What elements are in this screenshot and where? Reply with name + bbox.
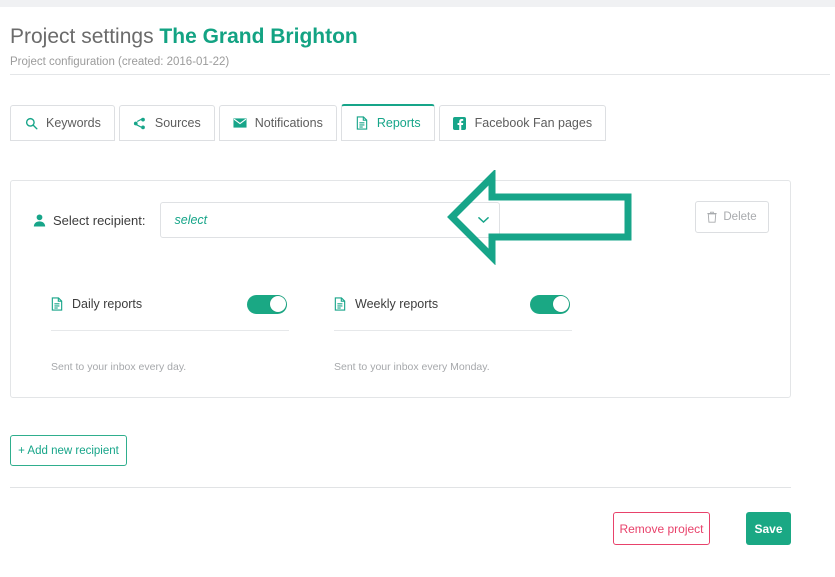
tab-label: Notifications (254, 116, 323, 130)
recipient-row: Select recipient: select (11, 201, 790, 239)
trash-icon (707, 211, 718, 223)
daily-reports-title: Daily reports (51, 297, 247, 311)
daily-reports-group: Daily reports Sent to your inbox every d… (51, 291, 289, 373)
weekly-reports-toggle[interactable] (530, 294, 570, 314)
weekly-reports-row: Weekly reports (334, 291, 572, 317)
project-name: The Grand Brighton (159, 25, 358, 48)
delete-label: Delete (723, 211, 757, 223)
document-icon (51, 297, 63, 311)
tab-label: Reports (376, 116, 421, 130)
search-icon (24, 116, 38, 130)
envelope-icon (233, 116, 247, 130)
page-header: Project settings The Grand Brighton Proj… (0, 7, 835, 69)
select-recipient-field[interactable]: select (159, 202, 500, 238)
weekly-reports-group: Weekly reports Sent to your inbox every … (334, 291, 572, 373)
document-icon (334, 297, 346, 311)
toggle-knob (552, 296, 569, 312)
page-title-prefix: Project settings (10, 25, 154, 48)
header-divider (10, 74, 830, 75)
toggle-label: Daily reports (72, 297, 143, 311)
remove-project-button[interactable]: Remove project (613, 512, 710, 545)
divider (334, 330, 572, 331)
user-icon (33, 213, 46, 227)
share-icon (133, 116, 147, 130)
toggle-knob (269, 296, 286, 312)
toggle-label: Weekly reports (355, 297, 439, 311)
tab-label: Sources (154, 116, 201, 130)
bottom-divider (10, 487, 791, 488)
select-recipient-label: Select recipient: (33, 213, 146, 228)
report-toggles: Daily reports Sent to your inbox every d… (11, 291, 790, 373)
document-icon (355, 116, 369, 130)
tab-label: Keywords (46, 116, 101, 130)
chevron-down-icon (477, 216, 489, 224)
tab-bar: Keywords Sources Notifications Reports F… (10, 104, 610, 141)
daily-reports-note: Sent to your inbox every day. (51, 361, 187, 373)
page-subtitle: Project configuration (created: 2016-01-… (10, 56, 230, 68)
facebook-icon (453, 116, 467, 130)
delete-recipient-button[interactable]: Delete (695, 201, 769, 233)
divider (51, 330, 289, 331)
tab-notifications[interactable]: Notifications (218, 105, 337, 141)
tab-sources[interactable]: Sources (118, 105, 215, 141)
add-new-recipient-button[interactable]: + Add new recipient (10, 435, 127, 466)
select-recipient-value: select (174, 213, 208, 227)
daily-reports-row: Daily reports (51, 291, 289, 317)
save-button[interactable]: Save (746, 512, 791, 545)
tab-facebook-fan-pages[interactable]: Facebook Fan pages (438, 105, 607, 141)
tab-label: Facebook Fan pages (474, 116, 593, 130)
tab-reports[interactable]: Reports (340, 104, 435, 141)
daily-reports-toggle[interactable] (247, 294, 287, 314)
recipient-label-text: Select recipient: (53, 212, 146, 228)
weekly-reports-title: Weekly reports (334, 297, 530, 311)
page-title: Project settings The Grand Brighton (10, 24, 835, 49)
weekly-reports-note: Sent to your inbox every Monday. (334, 361, 490, 373)
top-strip (0, 0, 835, 7)
recipient-card: Select recipient: select Delete Daily re… (10, 180, 791, 398)
tab-keywords[interactable]: Keywords (10, 105, 115, 141)
